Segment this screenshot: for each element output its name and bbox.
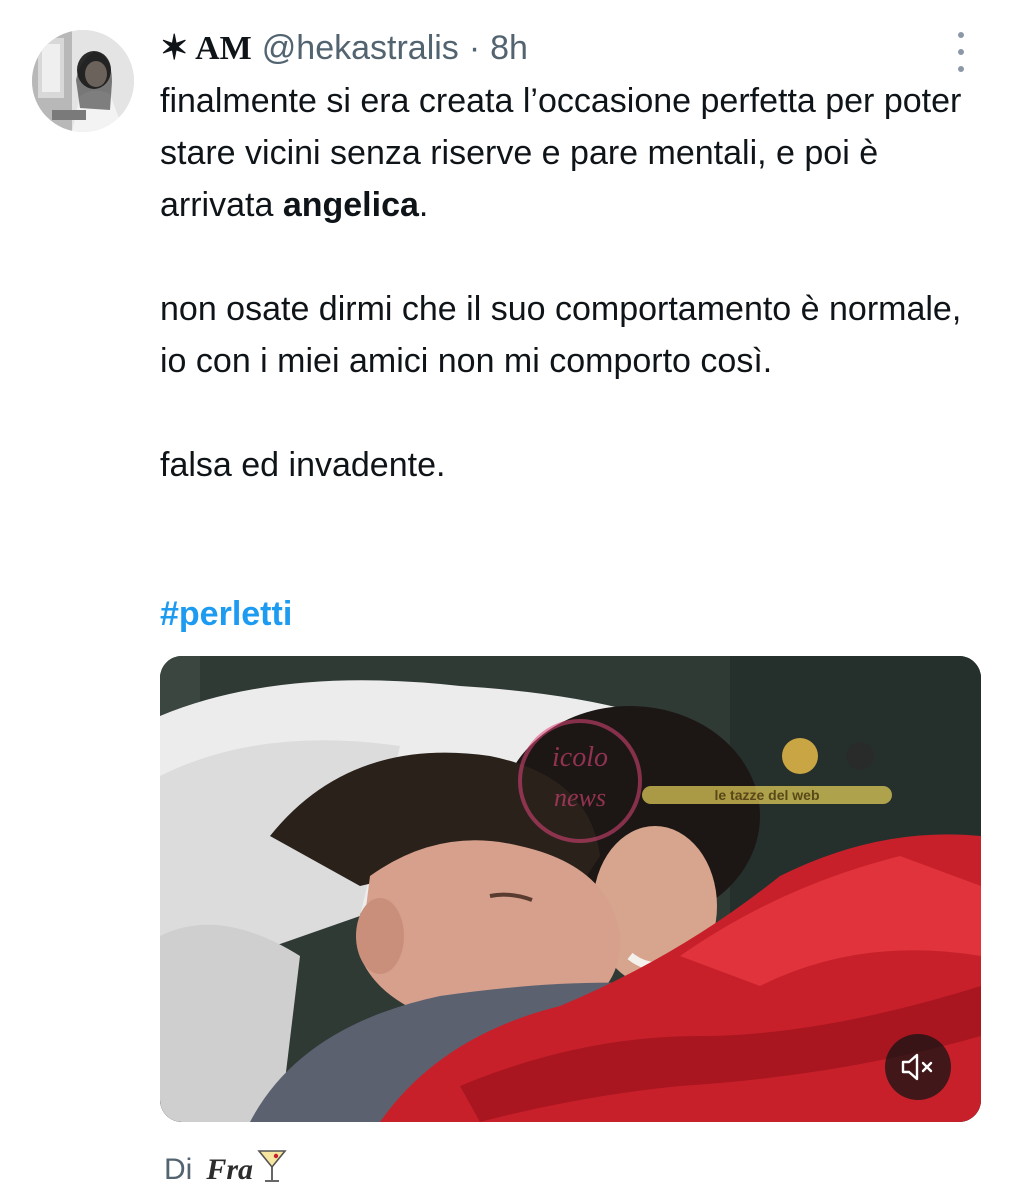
- svg-text:le tazze del web: le tazze del web: [714, 787, 819, 803]
- credit-signature: Fra: [206, 1153, 254, 1186]
- separator-dot: ·: [468, 28, 481, 67]
- tweet-card[interactable]: ✶ AM @hekastralis · 8h finalmente si era…: [0, 0, 1012, 1200]
- author-name[interactable]: ✶ AM: [160, 28, 252, 68]
- mute-icon[interactable]: [885, 1034, 951, 1100]
- watermark-1-text: icolo: [552, 742, 608, 773]
- video-player[interactable]: icolo news le tazze del web: [160, 656, 981, 1122]
- author-handle[interactable]: @hekastralis: [262, 29, 459, 68]
- display-name: AM: [195, 30, 252, 67]
- credit-line: Di Fra: [164, 1148, 287, 1192]
- credit-prefix: Di: [164, 1153, 193, 1186]
- bold-mention: angelica: [282, 186, 419, 224]
- avatar[interactable]: [32, 30, 134, 132]
- paragraph-1: finalmente si era creata l’occasione per…: [160, 82, 962, 224]
- tweet-header: ✶ AM @hekastralis · 8h: [160, 26, 528, 70]
- avatar-photo: [32, 30, 134, 132]
- cocktail-glass-icon: [257, 1147, 287, 1193]
- paragraph-2: non osate dirmi che il suo comportamento…: [160, 290, 962, 380]
- svg-text:news: news: [554, 783, 606, 812]
- hashtag-link[interactable]: #perletti: [160, 588, 292, 640]
- timestamp[interactable]: 8h: [490, 29, 528, 68]
- more-options-icon[interactable]: [950, 32, 972, 72]
- paragraph-3: falsa ed invadente.: [160, 446, 446, 484]
- video-frame: icolo news le tazze del web: [160, 656, 981, 1122]
- name-prefix: ✶: [160, 30, 189, 67]
- tweet-text: finalmente si era creata l’occasione per…: [160, 75, 990, 491]
